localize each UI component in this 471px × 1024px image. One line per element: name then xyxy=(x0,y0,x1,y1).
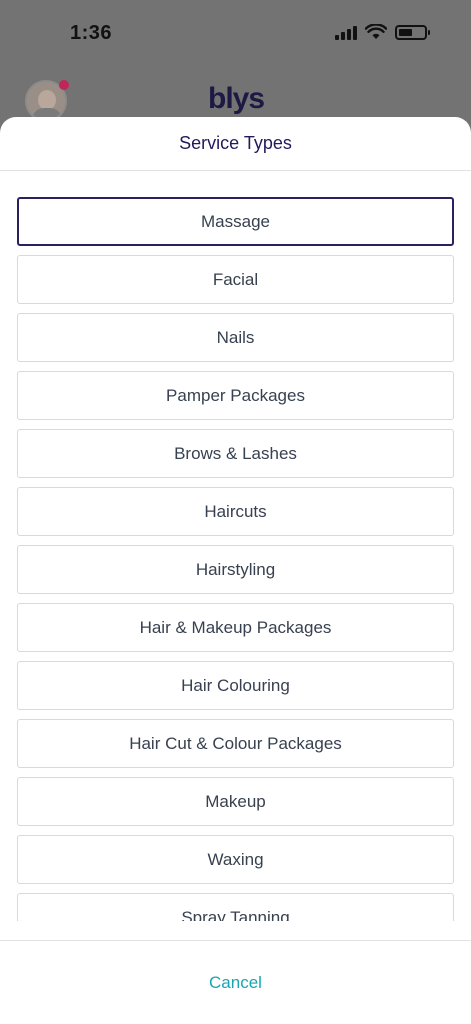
service-option-nails[interactable]: Nails xyxy=(17,313,454,362)
service-option-hairstyling[interactable]: Hairstyling xyxy=(17,545,454,594)
wifi-icon xyxy=(365,24,387,39)
service-option-facial[interactable]: Facial xyxy=(17,255,454,304)
sheet-title: Service Types xyxy=(179,133,292,153)
service-option-hair-makeup-packages[interactable]: Hair & Makeup Packages xyxy=(17,603,454,652)
status-bar: 1:36 xyxy=(0,0,471,70)
brand-logo: blys xyxy=(208,82,265,115)
cellular-signal-icon xyxy=(335,24,357,40)
service-options-list[interactable]: Massage Facial Nails Pamper Packages Bro… xyxy=(0,171,471,921)
service-option-hair-cut-colour-packages[interactable]: Hair Cut & Colour Packages xyxy=(17,719,454,768)
status-time: 1:36 xyxy=(70,22,113,44)
service-option-brows-lashes[interactable]: Brows & Lashes xyxy=(17,429,454,478)
notification-dot xyxy=(59,80,69,90)
service-option-haircuts[interactable]: Haircuts xyxy=(17,487,454,536)
service-option-massage[interactable]: Massage xyxy=(17,197,454,246)
service-option-makeup[interactable]: Makeup xyxy=(17,777,454,826)
cancel-button[interactable]: Cancel xyxy=(197,967,274,999)
sheet-footer: Cancel xyxy=(0,940,471,1024)
sheet-header: Service Types xyxy=(0,117,471,171)
service-option-waxing[interactable]: Waxing xyxy=(17,835,454,884)
service-option-pamper-packages[interactable]: Pamper Packages xyxy=(17,371,454,420)
service-types-sheet: Service Types Massage Facial Nails Pampe… xyxy=(0,117,471,1024)
service-option-hair-colouring[interactable]: Hair Colouring xyxy=(17,661,454,710)
service-option-spray-tanning[interactable]: Spray Tanning xyxy=(17,893,454,921)
status-icons xyxy=(335,24,430,40)
battery-icon xyxy=(395,24,430,40)
